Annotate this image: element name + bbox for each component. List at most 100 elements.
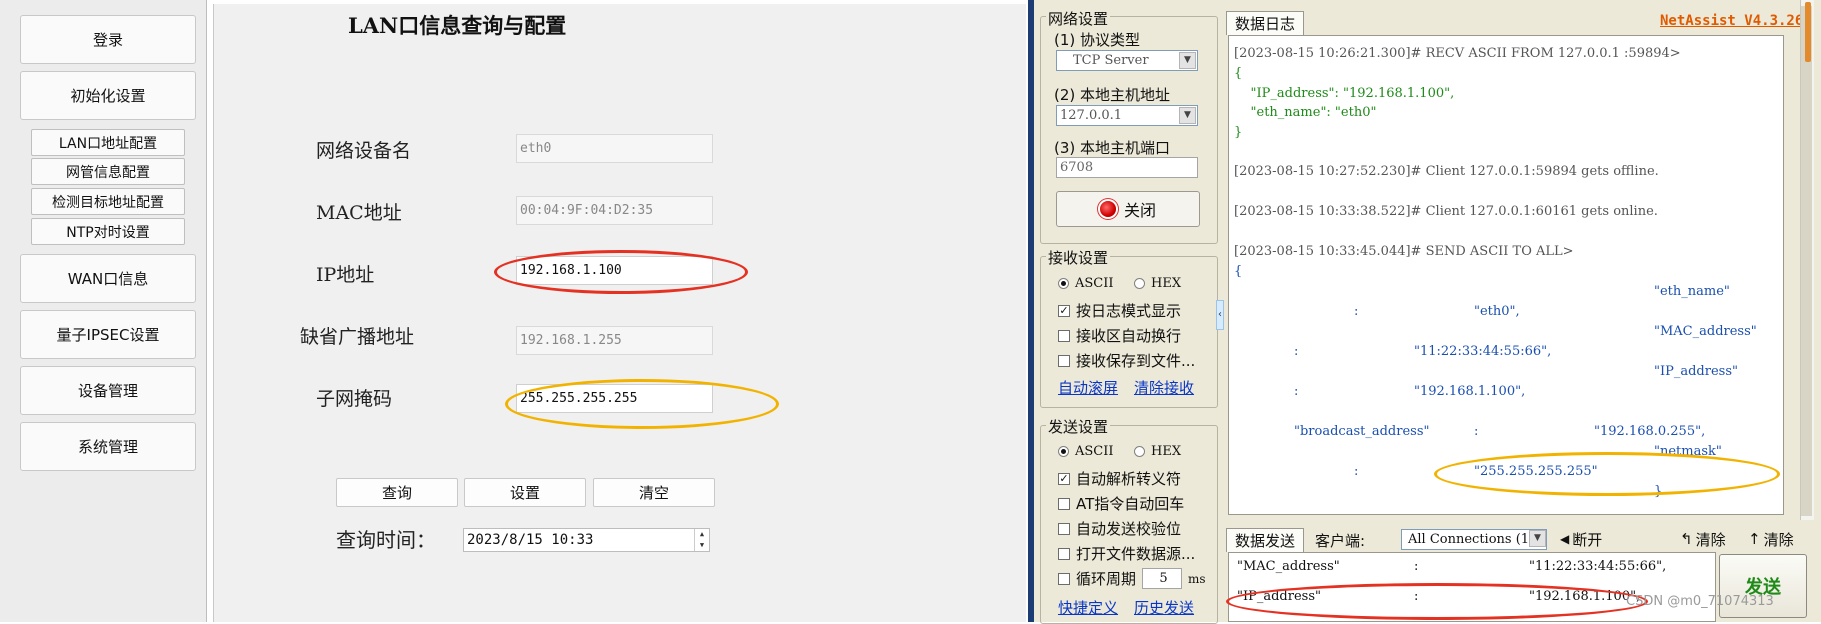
arrow-left-icon: ◀	[1560, 532, 1570, 546]
clear-up-icon: ↑	[1748, 530, 1761, 548]
send-settings-title: 发送设置	[1046, 416, 1111, 437]
collapse-arrow-icon[interactable]: ‹	[1216, 300, 1224, 330]
brand-link[interactable]: NetAssist V4.3.26	[1660, 13, 1803, 29]
send-ascii-radio[interactable]: ASCII	[1058, 444, 1114, 459]
auto-wrap-checkbox[interactable]: 接收区自动换行	[1058, 325, 1181, 346]
chevron-down-icon[interactable]: ▼	[1529, 530, 1546, 547]
history-link[interactable]: 历史发送	[1134, 597, 1194, 618]
clear-all-button[interactable]: ↑ 清除	[1748, 528, 1794, 550]
scroll-grip-icon[interactable]	[1805, 2, 1811, 62]
recv-ascii-label: ASCII	[1075, 276, 1114, 291]
ip-input[interactable]: 192.168.1.100	[516, 256, 713, 285]
spin-up-icon[interactable]: ▲	[694, 529, 709, 540]
log-area[interactable]: [2023-08-15 10:26:21.300]# RECV ASCII FR…	[1228, 35, 1784, 515]
send-line: "IP_address"	[1237, 589, 1321, 604]
client-label: 客户端:	[1315, 532, 1366, 550]
netmask-input[interactable]: 255.255.255.255	[516, 384, 713, 413]
chevron-down-icon[interactable]: ▼	[1179, 52, 1196, 69]
close-connection-button[interactable]: 关闭	[1056, 191, 1200, 227]
clear-button[interactable]: 清空	[593, 478, 715, 507]
radio-on-icon	[1058, 446, 1069, 457]
nav-ntp-button[interactable]: NTP对时设置	[31, 218, 185, 245]
tab-data-send[interactable]: 数据发送	[1226, 528, 1304, 552]
log-line: "255.255.255.255"	[1474, 464, 1598, 479]
nav-login-button[interactable]: 登录	[20, 15, 196, 64]
lan-config-app: 登录 初始化设置 LAN口地址配置 网管信息配置 检测目标地址配置 NTP对时设…	[0, 0, 1028, 622]
log-line: }	[1234, 125, 1243, 140]
unchecked-icon	[1058, 522, 1070, 535]
loop-period-input[interactable]: 5	[1142, 568, 1182, 589]
send-hex-label: HEX	[1151, 444, 1182, 459]
send-line: :	[1414, 589, 1419, 604]
recv-ascii-radio[interactable]: ASCII	[1058, 276, 1114, 291]
log-mode-label: 按日志模式显示	[1076, 302, 1182, 320]
device-name-field[interactable]: eth0	[516, 134, 713, 163]
nav-device-button[interactable]: 设备管理	[20, 366, 196, 415]
spin-down-icon[interactable]: ▼	[694, 540, 709, 551]
open-file-label: 打开文件数据源...	[1076, 545, 1196, 563]
log-line: "netmask"	[1654, 444, 1722, 459]
watermark: CSDN @m0_71074313	[1626, 594, 1774, 609]
log-mode-checkbox[interactable]: ✓ 按日志模式显示	[1058, 300, 1181, 321]
shortcut-link[interactable]: 快捷定义	[1058, 597, 1118, 618]
clear-arrow-icon: ↰	[1680, 530, 1693, 548]
parse-escape-checkbox[interactable]: ✓ 自动解析转义符	[1058, 468, 1181, 489]
send-line: "11:22:33:44:55:66",	[1529, 559, 1667, 574]
nav-ipsec-button[interactable]: 量子IPSEC设置	[20, 310, 196, 359]
protocol-select[interactable]: TCP Server ▼	[1056, 50, 1198, 71]
unchecked-icon	[1058, 547, 1070, 560]
page-title: LAN口信息查询与配置	[348, 13, 567, 38]
send-ascii-label: ASCII	[1075, 444, 1114, 459]
log-line: :	[1294, 344, 1299, 359]
save-file-checkbox[interactable]: 接收保存到文件...	[1058, 350, 1195, 371]
checksum-checkbox[interactable]: 自动发送校验位	[1058, 518, 1181, 539]
auto-scroll-link[interactable]: 自动滚屏	[1058, 377, 1118, 398]
connections-value: All Connections (1)	[1408, 532, 1535, 547]
port-label: (3) 本地主机端口	[1054, 139, 1171, 157]
nav-wan-button[interactable]: WAN口信息	[20, 254, 196, 303]
log-line: "11:22:33:44:55:66",	[1414, 344, 1552, 359]
mac-label: MAC地址	[316, 202, 402, 224]
connections-select[interactable]: All Connections (1) ▼	[1401, 529, 1547, 550]
host-value: 127.0.0.1	[1060, 108, 1123, 123]
recv-hex-label: HEX	[1151, 276, 1182, 291]
query-time-picker[interactable]: 2023/8/15 10:33 ▲ ▼	[463, 528, 710, 552]
log-line: "IP_address": "192.168.1.100",	[1234, 86, 1455, 101]
clear-recv-link[interactable]: 清除接收	[1134, 377, 1194, 398]
recv-hex-radio[interactable]: HEX	[1134, 276, 1181, 291]
nav-nms-config-button[interactable]: 网管信息配置	[31, 158, 185, 185]
open-file-checkbox[interactable]: 打开文件数据源...	[1058, 543, 1195, 564]
loop-unit-label: ms	[1188, 572, 1206, 586]
set-button[interactable]: 设置	[464, 478, 586, 507]
recv-settings-title: 接收设置	[1046, 247, 1111, 268]
send-textarea[interactable]: "MAC_address" : "11:22:33:44:55:66", "IP…	[1228, 552, 1716, 622]
chevron-down-icon[interactable]: ▼	[1179, 107, 1196, 124]
host-select[interactable]: 127.0.0.1 ▼	[1056, 105, 1198, 126]
nav-system-button[interactable]: 系统管理	[20, 422, 196, 471]
clear-send-button[interactable]: ↰ 清除	[1680, 528, 1726, 550]
mac-field[interactable]: 00:04:9F:04:D2:35	[516, 196, 713, 225]
nav-init-button[interactable]: 初始化设置	[20, 71, 196, 120]
loop-checkbox[interactable]: 循环周期	[1058, 568, 1136, 589]
disconnect-button[interactable]: ◀ 断开	[1560, 528, 1602, 550]
device-name-label: 网络设备名	[316, 140, 412, 162]
close-button-label: 关闭	[1123, 201, 1156, 220]
send-line: "192.168.1.100",	[1529, 589, 1641, 604]
query-button[interactable]: 查询	[336, 478, 458, 507]
parse-escape-label: 自动解析转义符	[1076, 470, 1182, 488]
log-line: "eth_name"	[1654, 284, 1730, 299]
broadcast-label: 缺省广播地址	[300, 326, 415, 348]
tab-data-log[interactable]: 数据日志	[1226, 11, 1304, 35]
nav-lan-config-button[interactable]: LAN口地址配置	[31, 129, 185, 156]
port-input[interactable]: 6708	[1056, 157, 1198, 178]
loop-label: 循环周期	[1076, 570, 1137, 588]
broadcast-field[interactable]: 192.168.1.255	[516, 326, 713, 355]
log-scrollbar-thumb[interactable]	[1801, 6, 1812, 516]
at-cr-checkbox[interactable]: AT指令自动回车	[1058, 493, 1184, 514]
ip-label: IP地址	[316, 264, 375, 286]
nav-target-config-button[interactable]: 检测目标地址配置	[31, 188, 185, 215]
log-line: "192.168.0.255",	[1594, 424, 1706, 439]
auto-wrap-label: 接收区自动换行	[1076, 327, 1182, 345]
send-hex-radio[interactable]: HEX	[1134, 444, 1181, 459]
clear-send-label: 清除	[1695, 530, 1726, 549]
